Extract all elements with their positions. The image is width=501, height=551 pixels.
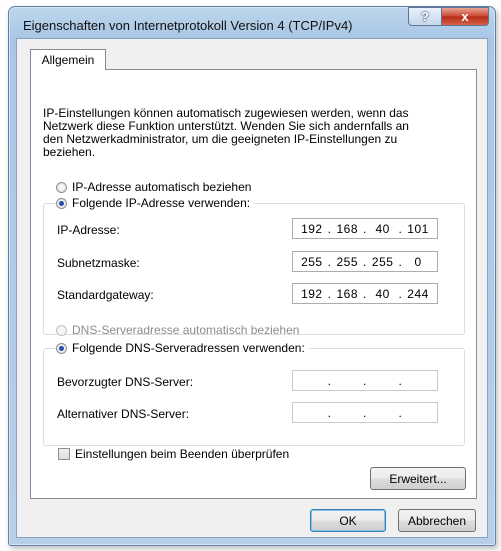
octet-separator: . [398, 405, 403, 420]
octet-separator: . [398, 373, 403, 388]
octet: 40 [375, 286, 390, 301]
subnet-mask-label: Subnetzmaske: [57, 256, 140, 270]
ip-address-label: IP-Adresse: [57, 223, 120, 237]
alternate-dns-field[interactable]: . . . [292, 402, 438, 423]
cancel-button[interactable]: Abbrechen [398, 509, 476, 532]
octet: 192 [301, 286, 323, 301]
close-icon: x [461, 9, 469, 24]
radio-circle [56, 197, 67, 209]
ip-manual-label: Folgende IP-Adresse verwenden: [72, 196, 251, 210]
octet: 168 [336, 286, 359, 301]
octet-separator: . [327, 254, 332, 269]
alternate-dns-label: Alternativer DNS-Server: [57, 407, 190, 421]
octet-separator: . [363, 373, 367, 388]
dialog-window: Eigenschaften von Internetprotokoll Vers… [8, 6, 496, 546]
dns-manual-label: Folgende DNS-Serveradressen verwenden: [72, 341, 305, 355]
octet-separator: . [398, 254, 403, 269]
octet-separator: . [398, 221, 403, 236]
octet-separator: . [363, 221, 367, 236]
octet-separator: . [363, 405, 367, 420]
octet-separator: . [398, 286, 403, 301]
help-icon: ? [421, 9, 429, 24]
octet: 101 [407, 221, 429, 236]
radio-selected-dot [59, 200, 64, 206]
dialog-client-area: Allgemein IP-Einstellungen können automa… [16, 38, 488, 538]
preferred-dns-field[interactable]: . . . [292, 370, 438, 391]
octet-separator: . [327, 405, 332, 420]
window-title: Eigenschaften von Internetprotokoll Vers… [23, 18, 353, 33]
ip-auto-label: IP-Adresse automatisch beziehen [72, 180, 252, 194]
ip-auto-radio[interactable]: IP-Adresse automatisch beziehen [56, 180, 251, 194]
octet: 40 [375, 221, 390, 236]
validate-on-exit-label: Einstellungen beim Beenden überprüfen [75, 447, 290, 461]
octet-separator: . [327, 286, 332, 301]
dns-auto-label: DNS-Serveradresse automatisch beziehen [72, 323, 300, 337]
octet-separator: . [327, 221, 332, 236]
dns-group-box [43, 348, 465, 446]
tab-panel-allgemein: IP-Einstellungen können automatisch zuge… [30, 69, 477, 499]
default-gateway-label: Standardgateway: [57, 288, 154, 302]
description-line: den Netzwerkadministrator, um die geeign… [43, 132, 398, 146]
default-gateway-field[interactable]: 192. 168. 40. 244 [292, 283, 438, 304]
advanced-button[interactable]: Erweitert... [370, 467, 466, 490]
validate-on-exit-checkbox[interactable]: Einstellungen beim Beenden überprüfen [58, 447, 289, 461]
ok-button[interactable]: OK [310, 509, 386, 532]
octet: 255 [301, 254, 323, 269]
description-line: beziehen. [43, 145, 96, 159]
radio-selected-dot [59, 345, 64, 351]
octet: 168 [336, 221, 359, 236]
ip-manual-radio[interactable]: Folgende IP-Adresse verwenden: [56, 196, 255, 210]
octet-separator: . [363, 254, 367, 269]
octet: 244 [407, 286, 429, 301]
help-button[interactable]: ? [408, 7, 442, 26]
preferred-dns-label: Bevorzugter DNS-Server: [57, 375, 194, 389]
octet: 0 [414, 254, 422, 269]
checkbox-box [58, 448, 70, 460]
subnet-mask-field[interactable]: 255. 255. 255. 0 [292, 251, 438, 272]
close-button[interactable]: x [441, 7, 489, 26]
octet: 255 [371, 254, 394, 269]
ip-address-field[interactable]: 192. 168. 40. 101 [292, 218, 438, 239]
octet: 255 [336, 254, 359, 269]
tab-allgemein[interactable]: Allgemein [30, 49, 106, 70]
octet-separator: . [327, 373, 332, 388]
radio-circle [56, 342, 67, 354]
octet-separator: . [363, 286, 367, 301]
description-text: IP-Einstellungen können automatisch zuge… [43, 107, 463, 159]
dns-auto-radio[interactable]: DNS-Serveradresse automatisch beziehen [56, 323, 299, 337]
radio-circle [56, 324, 67, 336]
dns-manual-radio[interactable]: Folgende DNS-Serveradressen verwenden: [56, 341, 309, 355]
radio-circle [56, 181, 67, 193]
octet: 192 [301, 221, 323, 236]
